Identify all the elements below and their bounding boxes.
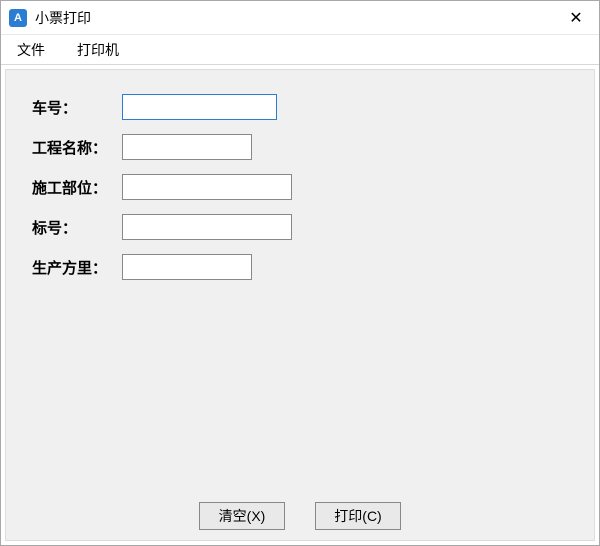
close-icon: ✕ (569, 8, 582, 28)
input-construction-part[interactable] (122, 174, 292, 200)
window-root: A 小票打印 ✕ 文件 打印机 车号： 工程名称： 施工部位： 标号： 生产方里… (0, 0, 600, 546)
menu-printer[interactable]: 打印机 (73, 38, 123, 62)
label-production-volume: 生产方里： (32, 257, 122, 278)
label-vehicle-no: 车号： (32, 97, 122, 118)
label-grade: 标号： (32, 217, 122, 238)
input-vehicle-no[interactable] (122, 94, 277, 120)
window-title: 小票打印 (35, 8, 91, 28)
row-construction-part: 施工部位： (32, 174, 568, 200)
input-project-name[interactable] (122, 134, 252, 160)
print-button[interactable]: 打印(C) (315, 502, 401, 530)
button-bar: 清空(X) 打印(C) (6, 502, 594, 530)
row-vehicle-no: 车号： (32, 94, 568, 120)
titlebar: A 小票打印 ✕ (1, 1, 599, 35)
label-project-name: 工程名称： (32, 137, 122, 158)
app-icon: A (9, 9, 27, 27)
close-button[interactable]: ✕ (553, 1, 599, 35)
input-grade[interactable] (122, 214, 292, 240)
clear-button[interactable]: 清空(X) (199, 502, 285, 530)
label-construction-part: 施工部位： (32, 177, 122, 198)
client-area: 车号： 工程名称： 施工部位： 标号： 生产方里： 清空(X) 打印(C) (5, 69, 595, 541)
input-production-volume[interactable] (122, 254, 252, 280)
menubar: 文件 打印机 (1, 35, 599, 65)
menu-file[interactable]: 文件 (13, 38, 49, 62)
row-project-name: 工程名称： (32, 134, 568, 160)
row-production-volume: 生产方里： (32, 254, 568, 280)
row-grade: 标号： (32, 214, 568, 240)
